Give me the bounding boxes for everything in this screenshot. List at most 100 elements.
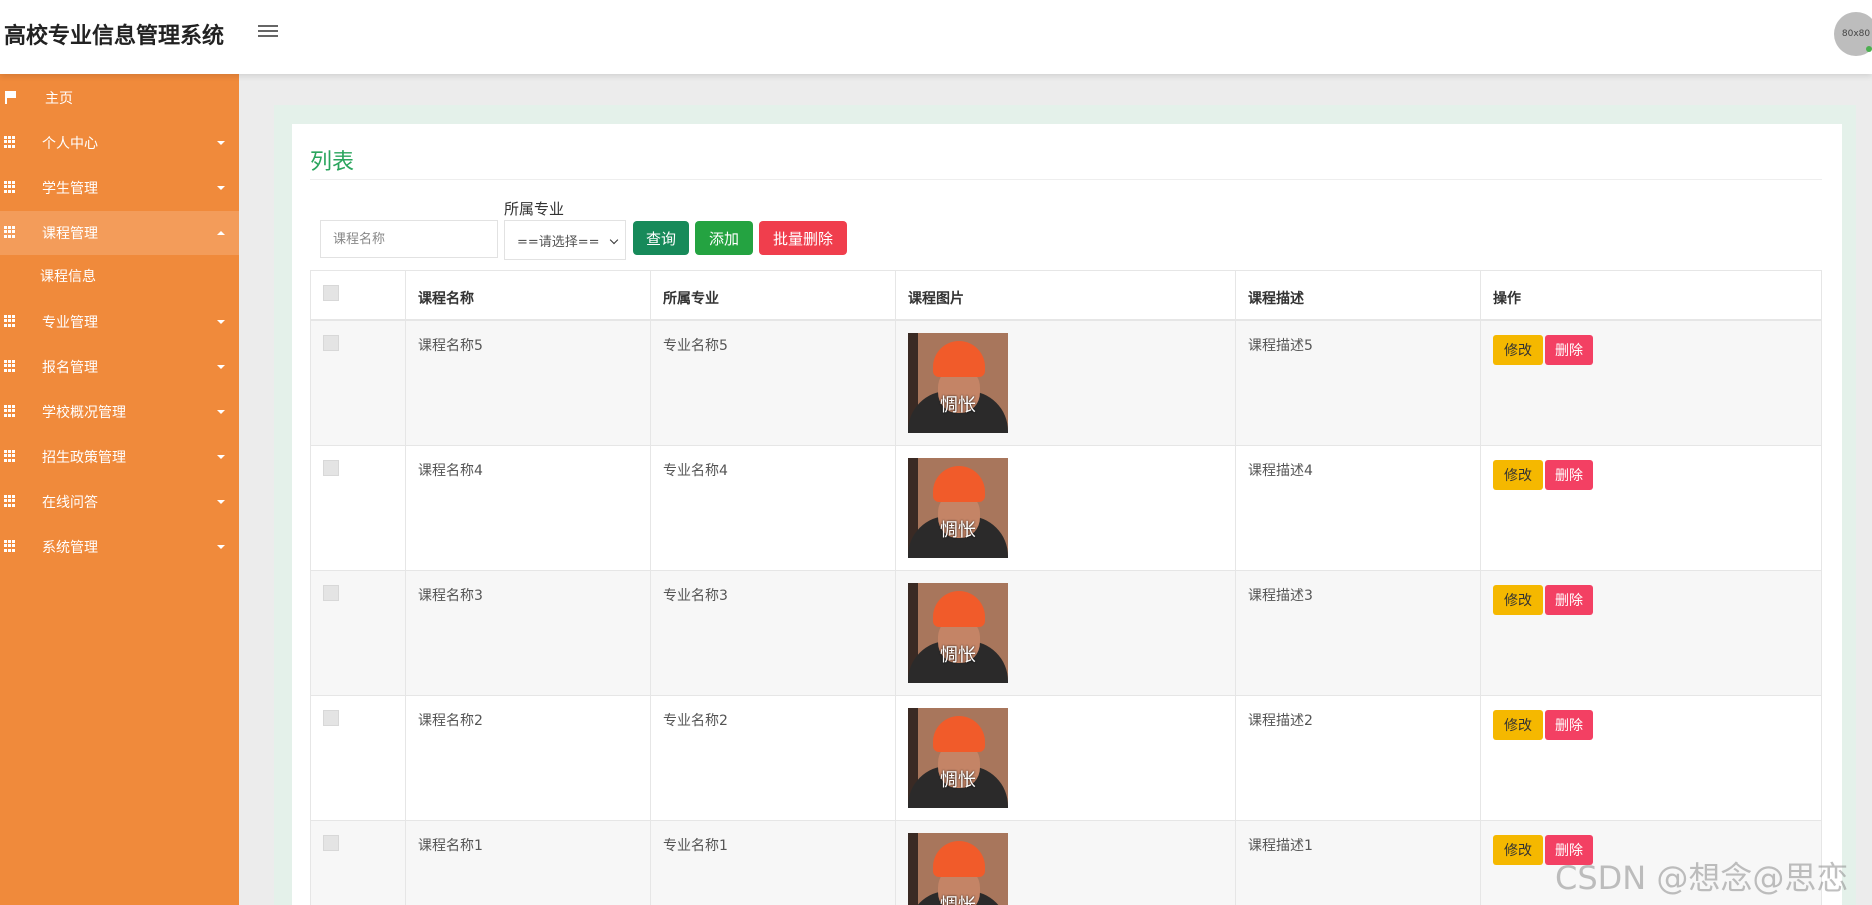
course-name-cell: 课程名称5 xyxy=(418,338,483,354)
sidebar-item-label: 在线问答 xyxy=(42,495,98,511)
course-name-cell: 课程名称1 xyxy=(418,838,483,854)
chevron-down-icon xyxy=(217,320,225,324)
batch-delete-button[interactable]: 批量删除 xyxy=(759,221,847,255)
edit-button[interactable]: 修改 xyxy=(1493,585,1543,615)
column-header-major: 所属专业 xyxy=(663,291,719,307)
row-checkbox[interactable] xyxy=(323,460,339,476)
course-image: 惆怅 xyxy=(908,833,1008,905)
description-cell: 课程描述2 xyxy=(1248,713,1313,729)
grid-icon xyxy=(4,136,16,148)
delete-button[interactable]: 删除 xyxy=(1545,585,1593,615)
flag-icon xyxy=(4,91,16,104)
sidebar-item-admission-policy[interactable]: 招生政策管理 xyxy=(0,435,239,479)
sidebar-item-label: 课程管理 xyxy=(42,226,98,242)
page-title: 列表 xyxy=(310,150,355,175)
chevron-down-icon xyxy=(217,365,225,369)
sidebar-item-label: 报名管理 xyxy=(42,360,98,376)
edit-button[interactable]: 修改 xyxy=(1493,835,1543,865)
top-bar: 高校专业信息管理系统 80x80 xyxy=(0,0,1872,74)
course-image-caption: 惆怅 xyxy=(940,520,976,541)
column-header-actions: 操作 xyxy=(1493,291,1521,307)
table-row: 课程名称2 专业名称2 惆怅 课程描述2 修改 删除 xyxy=(311,696,1821,821)
sidebar: 主页 个人中心 学生管理 课程管理 课程信息 专业管理 报名管理 学校概况管理 … xyxy=(0,74,239,905)
table-row: 课程名称4 专业名称4 惆怅 课程描述4 修改 删除 xyxy=(311,446,1821,571)
add-button[interactable]: 添加 xyxy=(695,221,753,255)
edit-button[interactable]: 修改 xyxy=(1493,460,1543,490)
list-panel: 列表 所属专业 ==请选择== 查询 添加 批量删除 课程名称 所属专业 课程图… xyxy=(292,124,1842,905)
major-cell: 专业名称4 xyxy=(663,463,728,479)
menu-toggle-icon[interactable] xyxy=(258,22,278,42)
description-cell: 课程描述5 xyxy=(1248,338,1313,354)
delete-button[interactable]: 删除 xyxy=(1545,460,1593,490)
table-header-row: 课程名称 所属专业 课程图片 课程描述 操作 xyxy=(311,271,1821,321)
grid-icon xyxy=(4,450,16,462)
major-cell: 专业名称1 xyxy=(663,838,728,854)
chevron-down-icon xyxy=(217,500,225,504)
sidebar-item-major-management[interactable]: 专业管理 xyxy=(0,300,239,344)
course-image-caption: 惆怅 xyxy=(940,645,976,666)
course-image: 惆怅 xyxy=(908,708,1008,808)
course-name-search-input[interactable] xyxy=(320,220,498,258)
edit-button[interactable]: 修改 xyxy=(1493,710,1543,740)
course-name-cell: 课程名称2 xyxy=(418,713,483,729)
sidebar-item-label: 个人中心 xyxy=(42,136,98,152)
row-checkbox[interactable] xyxy=(323,585,339,601)
row-checkbox[interactable] xyxy=(323,835,339,851)
sidebar-item-enrollment-management[interactable]: 报名管理 xyxy=(0,345,239,389)
chevron-down-icon xyxy=(217,410,225,414)
sidebar-subitem-course-info[interactable]: 课程信息 xyxy=(0,256,239,296)
course-image: 惆怅 xyxy=(908,458,1008,558)
edit-button[interactable]: 修改 xyxy=(1493,335,1543,365)
select-all-checkbox[interactable] xyxy=(323,285,339,301)
sidebar-item-label: 学校概况管理 xyxy=(42,405,126,421)
major-filter-label: 所属专业 xyxy=(504,200,565,218)
divider xyxy=(310,179,1822,180)
course-image: 惆怅 xyxy=(908,583,1008,683)
course-name-cell: 课程名称3 xyxy=(418,588,483,604)
delete-button[interactable]: 删除 xyxy=(1545,710,1593,740)
description-cell: 课程描述1 xyxy=(1248,838,1313,854)
sidebar-item-label: 主页 xyxy=(45,91,73,107)
sidebar-item-student-management[interactable]: 学生管理 xyxy=(0,166,239,210)
app-title: 高校专业信息管理系统 xyxy=(4,24,225,49)
grid-icon xyxy=(4,540,16,552)
column-header-course-name: 课程名称 xyxy=(418,291,474,307)
grid-icon xyxy=(4,360,16,372)
table-row: 课程名称5 专业名称5 惆怅 课程描述5 修改 删除 xyxy=(311,321,1821,446)
chevron-down-icon xyxy=(217,455,225,459)
row-checkbox[interactable] xyxy=(323,710,339,726)
major-cell: 专业名称3 xyxy=(663,588,728,604)
course-image-caption: 惆怅 xyxy=(908,891,1008,905)
sidebar-item-label: 招生政策管理 xyxy=(42,450,126,466)
table-row: 课程名称3 专业名称3 惆怅 课程描述3 修改 删除 xyxy=(311,571,1821,696)
column-header-course-image: 课程图片 xyxy=(908,291,964,307)
grid-icon xyxy=(4,405,16,417)
sidebar-item-label: 系统管理 xyxy=(42,540,98,556)
sidebar-item-online-qa[interactable]: 在线问答 xyxy=(0,480,239,524)
sidebar-item-system-management[interactable]: 系统管理 xyxy=(0,525,239,569)
sidebar-item-label: 专业管理 xyxy=(42,315,98,331)
row-checkbox[interactable] xyxy=(323,335,339,351)
major-cell: 专业名称2 xyxy=(663,713,728,729)
sidebar-item-course-management[interactable]: 课程管理 xyxy=(0,211,239,255)
delete-button[interactable]: 删除 xyxy=(1545,335,1593,365)
course-image-caption: 惆怅 xyxy=(940,395,976,416)
major-select[interactable]: ==请选择== xyxy=(504,220,626,260)
sidebar-item-school-overview[interactable]: 学校概况管理 xyxy=(0,390,239,434)
course-image-caption: 惆怅 xyxy=(940,770,976,791)
course-name-cell: 课程名称4 xyxy=(418,463,483,479)
grid-icon xyxy=(4,495,16,507)
chevron-down-icon xyxy=(609,235,619,245)
course-table: 课程名称 所属专业 课程图片 课程描述 操作 课程名称5 专业名称5 惆怅 课程… xyxy=(310,270,1822,905)
chevron-up-icon xyxy=(217,231,225,235)
query-button[interactable]: 查询 xyxy=(633,221,689,255)
description-cell: 课程描述4 xyxy=(1248,463,1313,479)
column-header-description: 课程描述 xyxy=(1248,291,1304,307)
chevron-down-icon xyxy=(217,186,225,190)
sidebar-item-personal-center[interactable]: 个人中心 xyxy=(0,121,239,165)
sidebar-item-home[interactable]: 主页 xyxy=(0,76,239,120)
major-select-value: ==请选择== xyxy=(517,234,600,250)
chevron-down-icon xyxy=(217,141,225,145)
major-cell: 专业名称5 xyxy=(663,338,728,354)
watermark: CSDN @想念@思恋 xyxy=(1555,859,1849,897)
